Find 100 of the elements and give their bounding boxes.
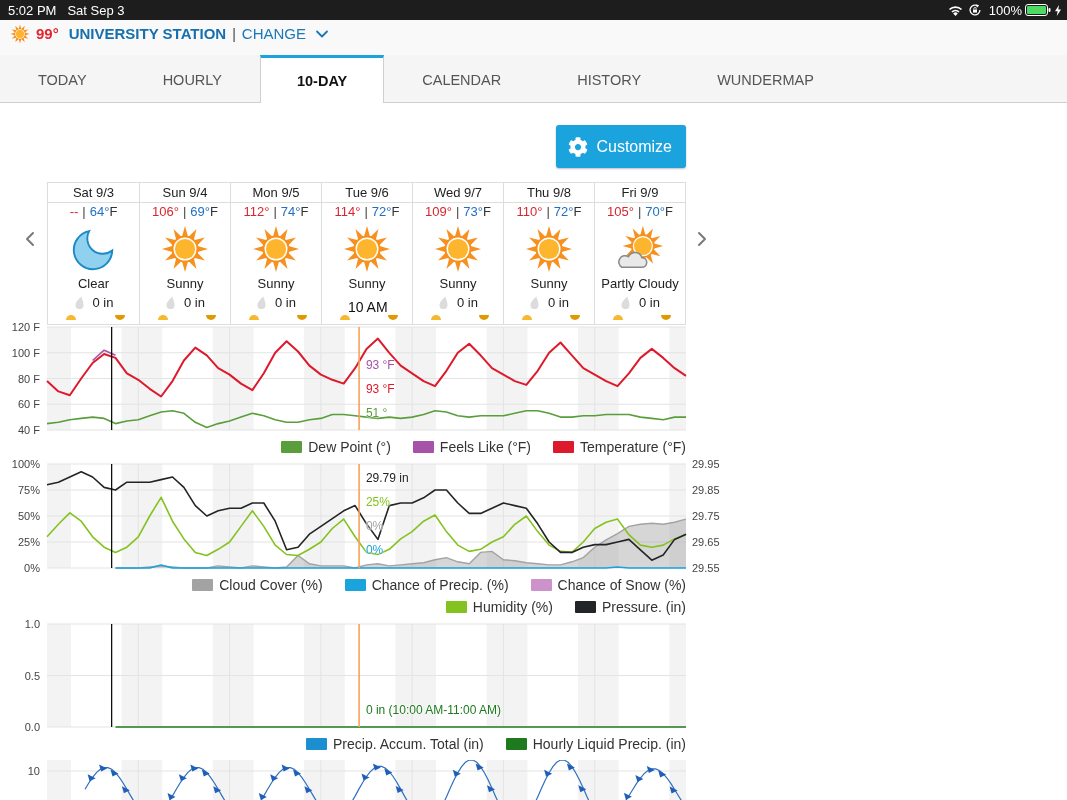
- y2-axis-label: 29.65: [692, 536, 720, 548]
- legend-label[interactable]: Temperature (°F): [580, 438, 686, 456]
- sunrise-icon: [340, 315, 350, 320]
- y-axis-label: 0%: [24, 562, 40, 574]
- y-axis-label: 0.0: [24, 721, 40, 733]
- sun-icon: [161, 225, 209, 273]
- temperature-unit: F: [300, 204, 309, 220]
- sunrise-icon: [613, 315, 623, 320]
- y-axis-label: 120 F: [11, 321, 40, 333]
- separator: |: [232, 25, 236, 42]
- condition-label: Sunny: [166, 277, 204, 291]
- y-axis-label: 40 F: [18, 424, 40, 436]
- tab[interactable]: HOURLY: [124, 55, 260, 102]
- precip-amount: 0 in: [184, 294, 205, 310]
- sun-icon: [252, 225, 300, 273]
- sun-icon: [343, 225, 391, 273]
- change-link[interactable]: CHANGE: [241, 23, 333, 44]
- charging-bolt-icon: [1055, 4, 1061, 16]
- y-axis-label: 10: [27, 764, 40, 779]
- wifi-icon: [947, 4, 963, 16]
- temperature-unit: F: [573, 204, 582, 220]
- day-date: Fri 9/9: [595, 183, 685, 203]
- status-date: Sat Sep 3: [67, 2, 125, 18]
- raindrop-icon: [256, 295, 267, 309]
- tab[interactable]: 10-DAY: [260, 55, 385, 103]
- condition-label: Partly Cloudy: [601, 277, 679, 291]
- low-temperature: 72°: [553, 204, 574, 220]
- temperature-separator: |: [637, 204, 642, 220]
- tooltip-value: 51 °: [365, 405, 389, 422]
- temperature-unit: F: [391, 204, 400, 220]
- tooltip-value: 93 °F: [365, 357, 395, 374]
- temperature-separator: |: [546, 204, 550, 220]
- precip-amount: 0 in: [92, 294, 114, 310]
- tab[interactable]: CALENDAR: [384, 55, 540, 102]
- condition-label: Sunny: [257, 277, 295, 291]
- current-temperature: 99°: [36, 25, 59, 42]
- high-temperature: 112°: [243, 204, 270, 220]
- legend-label[interactable]: Pressure. (in): [601, 598, 686, 616]
- high-temperature: 114°: [334, 204, 361, 220]
- legend-label[interactable]: Feels Like (°F): [439, 438, 532, 456]
- sunrise-icon: [431, 315, 441, 320]
- legend-label[interactable]: Humidity (%): [472, 598, 553, 616]
- condition-label: Sunny: [530, 277, 568, 291]
- station-name: UNIVERSITY STATION: [68, 25, 227, 42]
- y-axis-label: 100 F: [11, 346, 40, 359]
- sunset-icon: [388, 315, 398, 320]
- y2-axis-label: 29.55: [692, 562, 720, 574]
- temperature-unit: F: [210, 204, 218, 220]
- sunset-icon: [297, 315, 307, 320]
- temperature-separator: |: [455, 204, 460, 220]
- precip-amount: 0 in: [548, 294, 569, 310]
- tooltip-value: 0 in (10:00 AM-11:00 AM): [365, 702, 502, 719]
- battery-icon: [1025, 4, 1051, 16]
- day-date: Wed 9/7: [413, 183, 503, 203]
- day-date: Sun 9/4: [140, 183, 230, 203]
- temperature-unit: F: [109, 204, 118, 220]
- low-temperature: 72°: [371, 204, 392, 220]
- day-date: Tue 9/6: [322, 183, 412, 203]
- y-axis-label: 25%: [17, 536, 40, 548]
- condition-label: Sunny: [439, 277, 477, 291]
- legend-label[interactable]: Hourly Liquid Precip. (in): [532, 735, 686, 753]
- day-date: Mon 9/5: [231, 183, 321, 203]
- raindrop-icon: [620, 295, 631, 309]
- condition-label: Clear: [77, 277, 110, 291]
- raindrop-icon: [165, 295, 176, 309]
- y2-axis-label: 29.85: [692, 484, 720, 496]
- legend-label[interactable]: Chance of Precip. (%): [371, 576, 509, 594]
- legend-label[interactable]: Precip. Accum. Total (in): [333, 735, 484, 753]
- high-temperature: 110°: [516, 204, 543, 220]
- high-temperature: 109°: [425, 204, 452, 220]
- legend-label[interactable]: Dew Point (°): [308, 438, 391, 456]
- sun-icon: [434, 225, 482, 273]
- sunset-icon: [661, 315, 671, 320]
- sun-icon: [10, 23, 30, 44]
- low-temperature: 70°: [645, 204, 665, 220]
- battery-percent: 100%: [988, 2, 1022, 18]
- y-axis-label: 0.5: [24, 669, 40, 682]
- sunset-icon: [479, 315, 489, 320]
- sunset-icon: [206, 315, 216, 320]
- temperature-unit: F: [665, 204, 673, 220]
- tooltip-value: 29.79 in: [365, 470, 409, 487]
- y-axis-label: 80 F: [18, 372, 40, 385]
- tab[interactable]: HISTORY: [539, 55, 680, 102]
- low-temperature: 74°: [280, 204, 301, 220]
- high-temperature: 105°: [607, 204, 634, 220]
- high-temperature: 106°: [152, 204, 179, 220]
- sunrise-icon: [158, 315, 168, 320]
- tooltip-value: 93 °F: [365, 381, 395, 398]
- tab[interactable]: WUNDERMAP: [679, 55, 852, 102]
- y-axis-label: 75%: [17, 484, 40, 496]
- settings-icon: [568, 136, 589, 157]
- tab[interactable]: TODAY: [0, 55, 125, 102]
- low-temperature: 69°: [190, 204, 210, 220]
- sunset-icon: [570, 315, 580, 320]
- temperature-separator: |: [182, 204, 187, 220]
- temperature-separator: |: [273, 204, 277, 220]
- precip-amount: 0 in: [639, 294, 660, 310]
- legend-label[interactable]: Cloud Cover (%): [219, 576, 323, 594]
- y-axis-label: 60 F: [18, 398, 40, 411]
- temperature-unit: F: [483, 204, 491, 220]
